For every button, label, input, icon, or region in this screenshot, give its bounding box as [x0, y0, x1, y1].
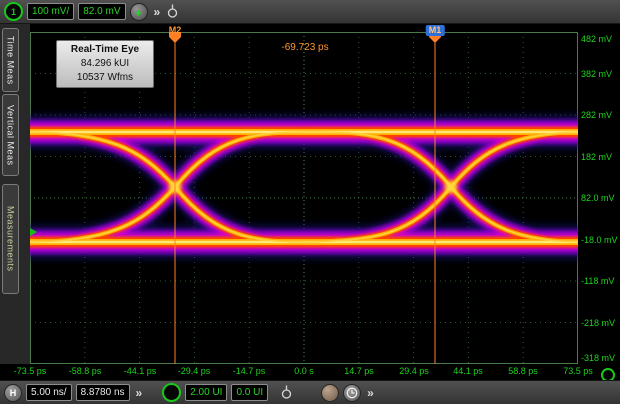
- run-status-icon[interactable]: [321, 384, 339, 402]
- probe-icon[interactable]: [166, 4, 179, 19]
- expand-chevron-icon[interactable]: »: [365, 386, 376, 400]
- x-axis-label: 14.7 ps: [344, 366, 374, 376]
- bottom-toolbar: H 5.00 ns/ 8.8780 ns » 2.00 UI 0.0 UI »: [0, 380, 620, 404]
- left-tab-rail: Time Meas Vertical Meas Measurements: [0, 24, 30, 364]
- x-axis-label: 58.8 ps: [508, 366, 538, 376]
- clock-icon: [346, 387, 358, 399]
- vertical-scale-field[interactable]: 100 mV/: [27, 3, 74, 20]
- add-button[interactable]: +: [130, 3, 148, 21]
- x-axis-label: -58.8 ps: [69, 366, 102, 376]
- x-axis-label: 29.4 ps: [399, 366, 429, 376]
- eye-diagram-plot[interactable]: Real-Time Eye 84.296 kUI 10537 Wfms -69.…: [30, 32, 578, 364]
- tab-time-meas[interactable]: Time Meas: [2, 28, 19, 92]
- eye-info-box: Real-Time Eye 84.296 kUI 10537 Wfms: [56, 40, 154, 88]
- eye-info-title: Real-Time Eye: [57, 43, 153, 57]
- tab-vertical-meas[interactable]: Vertical Meas: [2, 94, 19, 176]
- y-axis-label: 282 mV: [581, 110, 612, 120]
- eye-scale-badge[interactable]: [162, 383, 181, 402]
- ground-level-icon: [30, 228, 37, 236]
- vertical-offset-field[interactable]: 82.0 mV: [78, 3, 125, 20]
- horizontal-badge[interactable]: H: [4, 384, 22, 402]
- oscilloscope-app: 1 100 mV/ 82.0 mV + » Time Meas Vertical…: [0, 0, 620, 404]
- plus-icon: +: [135, 8, 141, 20]
- y-axis-label: 182 mV: [581, 152, 612, 162]
- channel-1-badge[interactable]: 1: [4, 2, 23, 21]
- y-axis-label: -218 mV: [581, 318, 615, 328]
- probe-icon[interactable]: [280, 385, 293, 400]
- expand-chevron-icon[interactable]: »: [134, 386, 145, 400]
- x-axis-label: -29.4 ps: [178, 366, 211, 376]
- top-toolbar: 1 100 mV/ 82.0 mV + »: [0, 0, 620, 24]
- x-axis-label: 0.0 s: [294, 366, 314, 376]
- tab-measurements[interactable]: Measurements: [2, 184, 19, 294]
- y-axis-label: -18.0 mV: [581, 235, 618, 245]
- y-axis-label: 482 mV: [581, 34, 612, 44]
- ui-offset-field[interactable]: 0.0 UI: [231, 384, 268, 401]
- eye-info-wfm-count: 10537 Wfms: [57, 71, 153, 85]
- expand-chevron-icon[interactable]: »: [152, 5, 163, 19]
- y-axis-label: 382 mV: [581, 69, 612, 79]
- x-axis-label: -44.1 ps: [124, 366, 157, 376]
- y-axis-label: -318 mV: [581, 353, 615, 363]
- x-axis-label: 44.1 ps: [453, 366, 483, 376]
- timebase-scale-field[interactable]: 5.00 ns/: [26, 384, 72, 401]
- marker-m2-label[interactable]: M2: [169, 25, 182, 36]
- y-axis-label: -118 mV: [581, 276, 614, 286]
- ui-scale-field[interactable]: 2.00 UI: [185, 384, 227, 401]
- marker-m1-label[interactable]: M1: [426, 25, 445, 36]
- eye-info-ui-count: 84.296 kUI: [57, 57, 153, 71]
- clock-button[interactable]: [343, 384, 361, 402]
- timebase-position-field[interactable]: 8.8780 ns: [76, 384, 130, 401]
- x-axis-label: -73.5 ps: [14, 366, 47, 376]
- marker-delta-readout: -69.723 ps: [281, 42, 328, 53]
- y-axis-label: 82.0 mV: [581, 193, 615, 203]
- x-axis-label: 73.5 ps: [563, 366, 593, 376]
- x-axis-label: -14.7 ps: [233, 366, 266, 376]
